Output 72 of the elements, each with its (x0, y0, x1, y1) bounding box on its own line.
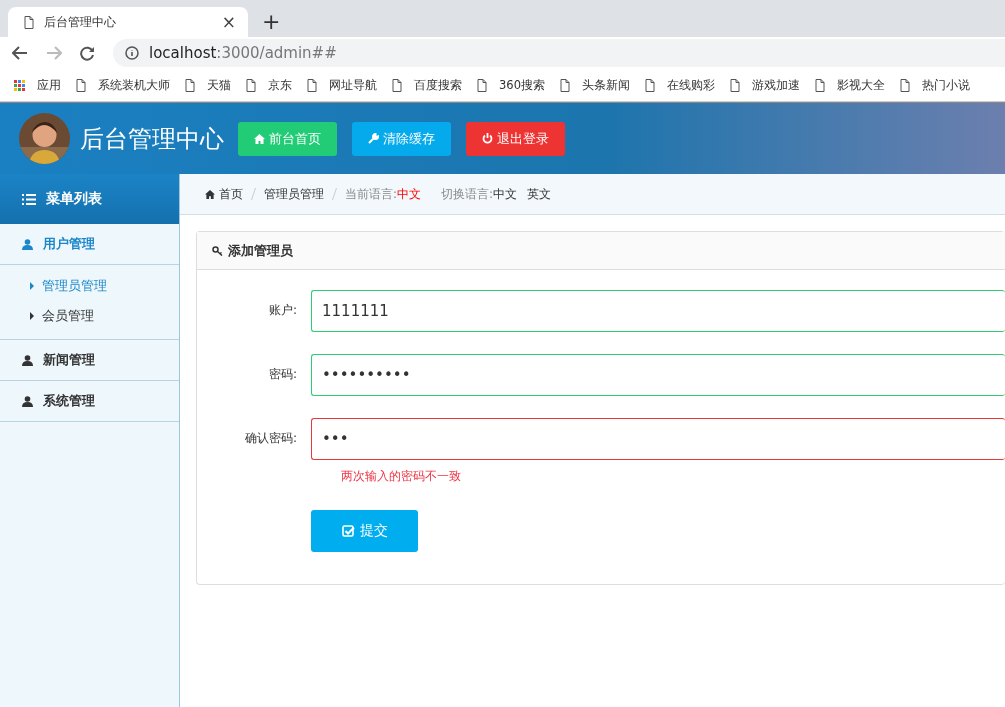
page-icon (24, 15, 34, 29)
page-icon (729, 78, 740, 92)
bookmark[interactable]: 网址导航 (307, 77, 377, 93)
menu-group[interactable]: 系统管理 (0, 381, 179, 422)
bookmark[interactable]: 京东 (246, 77, 292, 93)
bookmark[interactable]: 热门小说 (899, 77, 970, 93)
page-icon (307, 78, 317, 92)
site-title: 后台管理中心 (80, 123, 224, 155)
address-bar[interactable]: localhost:3000/admin## (113, 39, 1005, 67)
language-link[interactable]: 英文 (527, 185, 552, 203)
bookmark[interactable]: 360搜索 (477, 77, 545, 93)
new-tab-button[interactable]: + (262, 7, 281, 37)
header-button[interactable]: 退出登录 (466, 121, 565, 156)
breadcrumb-link[interactable]: 首页 (205, 185, 243, 203)
slash-divider-icon (332, 188, 337, 200)
page-icon (185, 78, 195, 92)
avatar (19, 113, 70, 164)
browser-tab[interactable]: 后台管理中心 × (8, 7, 248, 37)
switch-language-label: 切换语言: (441, 185, 494, 203)
power-icon (482, 133, 493, 144)
caret-icon (30, 282, 34, 290)
bookmark[interactable]: 百度搜索 (392, 77, 462, 93)
key-icon (212, 245, 224, 256)
panel-title: 添加管理员 (228, 241, 293, 260)
reload-icon[interactable] (80, 45, 95, 61)
home-icon (205, 189, 215, 199)
page-icon (76, 78, 86, 92)
bookmark[interactable]: 头条新闻 (559, 77, 630, 93)
close-tab-button[interactable]: × (221, 12, 236, 32)
tab-title: 后台管理中心 (44, 13, 117, 31)
user-icon (22, 354, 33, 366)
apps-icon (14, 79, 25, 91)
caret-icon (30, 312, 34, 320)
info-icon (125, 46, 139, 60)
page-icon (899, 78, 910, 92)
error-message: 两次输入的密码不一致 (341, 469, 461, 483)
breadcrumb-link[interactable]: 管理员管理 (264, 185, 324, 203)
menu-group[interactable]: 新闻管理 (0, 340, 179, 381)
page-icon (246, 78, 256, 92)
input-field[interactable]: 1111111 (311, 290, 1005, 332)
bookmark[interactable]: 天猫 (185, 77, 231, 93)
input-field[interactable]: •••••••••• (311, 354, 1005, 396)
menu-header: 菜单列表 (0, 174, 179, 224)
menu-item[interactable]: 会员管理 (0, 301, 179, 331)
input-field[interactable]: ••• (311, 418, 1005, 460)
wrench-icon (368, 133, 379, 144)
checkbox-icon (341, 524, 355, 538)
url-text: localhost:3000/admin## (149, 44, 337, 62)
page-icon (477, 78, 487, 92)
page-icon (559, 78, 570, 92)
user-icon (22, 395, 33, 407)
bookmark[interactable]: 应用 (14, 77, 61, 93)
page-icon (814, 78, 825, 92)
slash-divider-icon (251, 188, 256, 200)
field-label: 密码: (268, 367, 297, 381)
current-language: 中文 (397, 185, 422, 203)
home-icon (254, 133, 265, 144)
list-icon (22, 193, 36, 205)
back-icon[interactable] (12, 46, 28, 60)
bookmark[interactable]: 在线购彩 (644, 77, 715, 93)
field-label: 确认密码: (244, 431, 297, 445)
bookmark[interactable]: 游戏加速 (729, 77, 800, 93)
bookmark[interactable]: 影视大全 (814, 77, 885, 93)
page-icon (392, 78, 402, 92)
language-link[interactable]: 中文 (493, 185, 518, 203)
bookmark[interactable]: 系统装机大师 (76, 77, 170, 93)
language-label: 当前语言: (345, 185, 398, 203)
field-label: 账户: (268, 303, 297, 317)
page-icon (644, 78, 655, 92)
menu-item[interactable]: 管理员管理 (0, 271, 179, 301)
menu-group[interactable]: 用户管理 (0, 224, 179, 265)
user-icon (22, 238, 33, 250)
